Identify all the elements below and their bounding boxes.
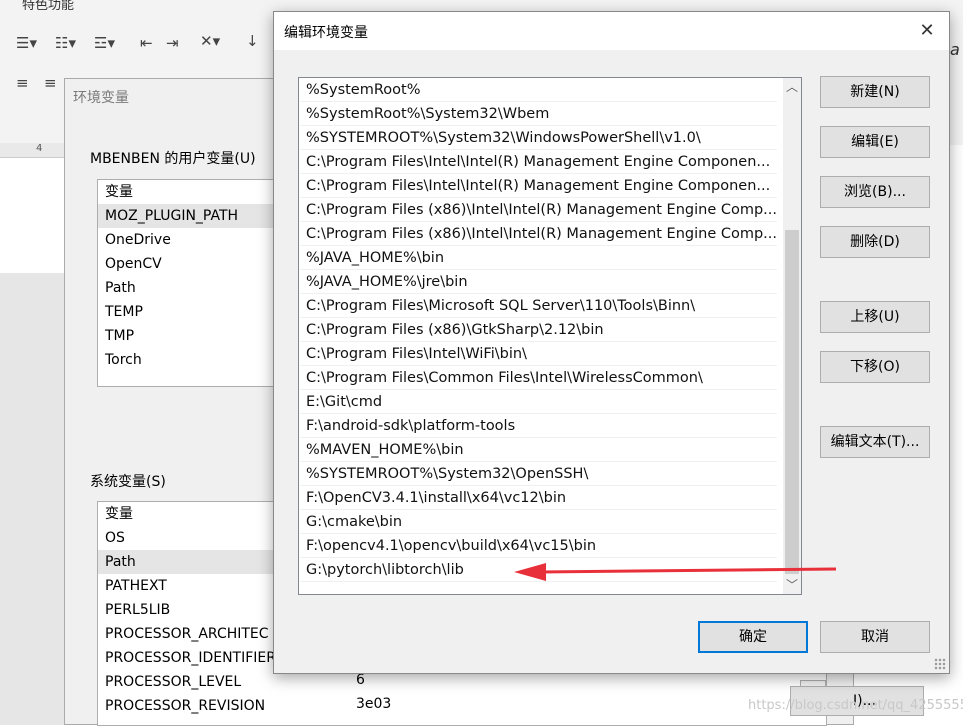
user-vars-header[interactable]: 变量: [98, 180, 276, 204]
list-item[interactable]: %JAVA_HOME%\jre\bin: [300, 270, 777, 294]
list-item[interactable]: E:\Git\cmd: [300, 390, 777, 414]
close-icon[interactable]: ✕: [905, 12, 949, 50]
list-bullets-icon[interactable]: ☰▾: [16, 34, 37, 52]
list-item[interactable]: %SYSTEMROOT%\System32\OpenSSH\: [300, 462, 777, 486]
align-left-icon[interactable]: ≡: [16, 74, 29, 92]
list-item[interactable]: F:\OpenCV3.4.1\install\x64\vc12\bin: [300, 486, 777, 510]
processor-level-value: 6: [356, 672, 365, 688]
chevron-up-icon[interactable]: ︿: [783, 78, 801, 96]
processor-revision-value: 3e03: [356, 696, 392, 712]
list-item[interactable]: G:\pytorch\libtorch\lib: [300, 558, 777, 582]
edit-button[interactable]: 编辑(E): [820, 126, 930, 158]
list-item[interactable]: F:\android-sdk\platform-tools: [300, 414, 777, 438]
list-item[interactable]: C:\Program Files (x86)\Intel\Intel(R) Ma…: [300, 222, 777, 246]
list-item[interactable]: Torch: [98, 348, 276, 372]
list-item[interactable]: MOZ_PLUGIN_PATH: [98, 204, 276, 228]
ok-button[interactable]: 确定: [698, 621, 808, 653]
cancel-button[interactable]: 取消: [820, 621, 930, 653]
delete-button[interactable]: 删除(D): [820, 226, 930, 258]
list-item[interactable]: %SystemRoot%\System32\Wbem: [300, 102, 777, 126]
list-item[interactable]: C:\Program Files (x86)\Intel\Intel(R) Ma…: [300, 198, 777, 222]
dialog-titlebar: 编辑环境变量 ✕: [274, 12, 949, 50]
new-button[interactable]: 新建(N): [820, 76, 930, 108]
list-item[interactable]: TMP: [98, 324, 276, 348]
word-ruler: 4: [0, 143, 70, 158]
list-item[interactable]: OpenCV: [98, 252, 276, 276]
align-center-icon[interactable]: ≡: [44, 74, 57, 92]
path-list[interactable]: %SystemRoot% %SystemRoot%\System32\Wbem …: [298, 77, 802, 595]
list-item[interactable]: PROCESSOR_REVISION: [98, 694, 826, 718]
chevron-down-icon[interactable]: ﹀: [783, 576, 801, 594]
word-right-letter: a: [950, 40, 960, 59]
path-list-scrollbar[interactable]: ︿ ﹀: [783, 78, 801, 594]
list-item[interactable]: C:\Program Files (x86)\GtkSharp\2.12\bin: [300, 318, 777, 342]
list-item[interactable]: C:\Program Files\Common Files\Intel\Wire…: [300, 366, 777, 390]
list-item[interactable]: F:\opencv4.1\opencv\build\x64\vc15\bin: [300, 534, 777, 558]
user-vars-group-label: MBENBEN 的用户变量(U): [90, 151, 256, 167]
move-up-button[interactable]: 上移(U): [820, 301, 930, 333]
list-numbered-icon[interactable]: ☷▾: [55, 34, 76, 52]
list-item[interactable]: C:\Program Files\Intel\WiFi\bin\: [300, 342, 777, 366]
browse-button[interactable]: 浏览(B)...: [820, 176, 930, 208]
env-dialog-title: 环境变量: [73, 90, 129, 106]
list-item[interactable]: C:\Program Files\Intel\Intel(R) Manageme…: [300, 150, 777, 174]
word-background: [0, 273, 70, 725]
move-down-button[interactable]: 下移(O): [820, 351, 930, 383]
list-item[interactable]: C:\Program Files\Intel\Intel(R) Manageme…: [300, 174, 777, 198]
list-item[interactable]: %MAVEN_HOME%\bin: [300, 438, 777, 462]
list-item[interactable]: C:\Program Files\Microsoft SQL Server\11…: [300, 294, 777, 318]
list-item[interactable]: TEMP: [98, 300, 276, 324]
list-item[interactable]: %SYSTEMROOT%\System32\WindowsPowerShell\…: [300, 126, 777, 150]
list-item[interactable]: G:\cmake\bin: [300, 510, 777, 534]
list-item[interactable]: OneDrive: [98, 228, 276, 252]
scrollbar-thumb[interactable]: [785, 230, 799, 574]
resize-grip-icon[interactable]: [934, 658, 946, 670]
sort-icon[interactable]: ↓: [246, 32, 259, 50]
system-vars-group-label: 系统变量(S): [90, 474, 166, 490]
edit-text-button[interactable]: 编辑文本(T)...: [820, 426, 930, 458]
ruler-mark: 4: [36, 143, 43, 154]
decrease-indent-icon[interactable]: ⇤: [140, 34, 153, 52]
word-document: [0, 158, 70, 273]
increase-indent-icon[interactable]: ⇥: [166, 34, 179, 52]
edit-env-variable-dialog: 编辑环境变量 ✕ %SystemRoot% %SystemRoot%\Syste…: [273, 11, 950, 674]
chinese-layout-icon[interactable]: ✕▾: [200, 32, 220, 50]
list-multilevel-icon[interactable]: ☲▾: [94, 34, 115, 52]
word-menu-bar: 特色功能: [0, 0, 963, 13]
list-item[interactable]: %JAVA_HOME%\bin: [300, 246, 777, 270]
dialog-title: 编辑环境变量: [284, 25, 368, 41]
list-item[interactable]: Path: [98, 276, 276, 300]
list-item[interactable]: %SystemRoot%: [300, 78, 777, 102]
watermark: https://blog.csdn.net/qq_4255555: [748, 698, 963, 713]
user-vars-list[interactable]: 变量 MOZ_PLUGIN_PATH OneDrive OpenCV Path …: [97, 179, 277, 387]
